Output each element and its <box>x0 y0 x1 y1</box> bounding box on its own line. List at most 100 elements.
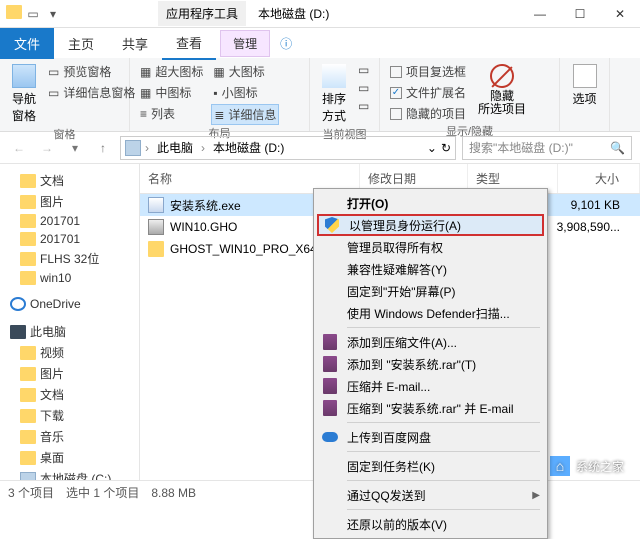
blank-icon <box>321 260 339 278</box>
rar-icon <box>321 377 339 395</box>
tab-home[interactable]: 主页 <box>54 28 108 59</box>
shield-icon <box>323 216 341 234</box>
tab-view[interactable]: 查看 <box>162 27 216 60</box>
recent-locations-button[interactable]: ▾ <box>64 137 86 159</box>
context-menu-item[interactable]: 压缩到 "安装系统.rar" 并 E-mail <box>317 397 544 419</box>
pc-icon <box>10 325 26 339</box>
folder-icon <box>20 409 36 423</box>
maximize-button[interactable]: ☐ <box>560 0 600 28</box>
layout-large[interactable]: ▦ 大图标 <box>211 62 279 81</box>
folder-icon <box>20 252 36 266</box>
tab-share[interactable]: 共享 <box>108 28 162 59</box>
tree-item[interactable]: 201701 <box>4 212 135 230</box>
qat-properties-icon[interactable]: ▭ <box>24 5 42 23</box>
context-menu-item[interactable]: 打开(O) <box>317 192 544 214</box>
watermark-icon: ⌂ <box>548 454 572 478</box>
breadcrumb-this-pc[interactable]: 此电脑 <box>153 139 197 156</box>
context-menu-item[interactable]: 兼容性疑难解答(Y) <box>317 258 544 280</box>
context-menu-item[interactable]: 通过QQ发送到▶ <box>317 484 544 506</box>
context-menu-item[interactable]: 管理员取得所有权 <box>317 236 544 258</box>
column-size[interactable]: 大小 <box>558 164 640 193</box>
rar-icon <box>323 334 337 350</box>
exe-icon <box>148 197 164 213</box>
tree-item[interactable]: 文档 <box>4 384 135 405</box>
context-menu-item[interactable]: 添加到压缩文件(A)... <box>317 331 544 353</box>
minimize-button[interactable]: — <box>520 0 560 28</box>
hidden-items-toggle[interactable]: 隐藏的项目 <box>388 104 468 123</box>
watermark: ⌂ 系统之家 <box>548 454 624 478</box>
file-extensions-toggle[interactable]: ✓文件扩展名 <box>388 83 468 102</box>
tree-item[interactable]: 图片 <box>4 363 135 384</box>
blank-icon <box>321 194 339 212</box>
context-menu: 打开(O)以管理员身份运行(A)管理员取得所有权兼容性疑难解答(Y)固定到"开始… <box>313 188 548 539</box>
context-menu-item[interactable]: 添加到 "安装系统.rar"(T) <box>317 353 544 375</box>
layout-extra-large[interactable]: ▦ 超大图标 <box>138 62 205 81</box>
tree-item[interactable]: 文档 <box>4 170 135 191</box>
preview-pane-button[interactable]: ▭预览窗格 <box>46 62 137 81</box>
context-menu-item[interactable]: 固定到"开始"屏幕(P) <box>317 280 544 302</box>
window-title: 本地磁盘 (D:) <box>250 1 337 26</box>
address-dropdown-icon[interactable]: ⌄ <box>427 141 437 155</box>
layout-list[interactable]: ≡ 列表 <box>138 104 205 123</box>
tree-item[interactable]: 本地磁盘 (C:) <box>4 468 135 480</box>
hide-selected-button[interactable]: 隐藏 所选项目 <box>474 62 530 118</box>
tree-item[interactable]: 201701 <box>4 230 135 248</box>
cloud-icon <box>321 428 339 446</box>
sort-icon <box>322 64 346 88</box>
item-checkboxes-toggle[interactable]: 项目复选框 <box>388 62 468 81</box>
folder-icon <box>20 271 36 285</box>
tree-item[interactable]: 桌面 <box>4 447 135 468</box>
navigation-pane-label: 导航窗格 <box>12 90 36 124</box>
tree-item[interactable]: 图片 <box>4 191 135 212</box>
blank-icon <box>321 457 339 475</box>
folder-icon <box>20 195 36 209</box>
close-button[interactable]: ✕ <box>600 0 640 28</box>
context-menu-item[interactable]: 固定到任务栏(K) <box>317 455 544 477</box>
address-input[interactable]: › 此电脑 › 本地磁盘 (D:) ⌄ ↻ <box>120 136 456 160</box>
context-menu-item[interactable]: 使用 Windows Defender扫描... <box>317 302 544 324</box>
tree-item[interactable]: win10 <box>4 269 135 287</box>
blank-icon <box>321 304 339 322</box>
sort-button[interactable]: 排序方式 <box>318 62 350 126</box>
context-menu-item[interactable]: 上传到百度网盘 <box>317 426 544 448</box>
breadcrumb-drive[interactable]: 本地磁盘 (D:) <box>209 139 288 156</box>
tree-item[interactable]: 音乐 <box>4 426 135 447</box>
tab-manage[interactable]: 管理 <box>220 30 270 57</box>
search-input[interactable]: 搜索"本地磁盘 (D:)" 🔍 <box>462 136 632 160</box>
add-columns-button[interactable]: ▭ <box>356 80 371 96</box>
context-menu-item[interactable]: 还原以前的版本(V) <box>317 513 544 535</box>
navigation-pane-button[interactable]: 导航窗格 <box>8 62 40 126</box>
layout-small[interactable]: ▪ 小图标 <box>211 83 279 102</box>
status-selected-count: 选中 1 个项目 <box>66 484 139 501</box>
options-button[interactable]: 选项 <box>568 62 601 109</box>
layout-medium[interactable]: ▦ 中图标 <box>138 83 205 102</box>
tree-item[interactable]: 此电脑 <box>4 321 135 342</box>
tree-item[interactable]: 下载 <box>4 405 135 426</box>
navigation-tree[interactable]: 文档图片201701201701FLHS 32位win10OneDrive此电脑… <box>0 164 140 480</box>
context-menu-item[interactable]: 压缩并 E-mail... <box>317 375 544 397</box>
qat-new-folder-icon[interactable]: ▾ <box>44 5 62 23</box>
back-button[interactable]: ← <box>8 137 30 159</box>
tree-item[interactable]: OneDrive <box>4 295 135 313</box>
size-columns-button[interactable]: ▭ <box>356 98 371 114</box>
context-menu-item[interactable]: 以管理员身份运行(A) <box>317 214 544 236</box>
folder-icon <box>20 346 36 360</box>
options-icon <box>573 64 597 88</box>
refresh-button[interactable]: ↻ <box>441 141 451 155</box>
contextual-tab-label: 应用程序工具 <box>158 1 246 26</box>
tree-item[interactable]: 视频 <box>4 342 135 363</box>
folder-icon <box>20 430 36 444</box>
group-by-button[interactable]: ▭ <box>356 62 371 78</box>
forward-button[interactable]: → <box>36 137 58 159</box>
address-bar: ← → ▾ ↑ › 此电脑 › 本地磁盘 (D:) ⌄ ↻ 搜索"本地磁盘 (D… <box>0 132 640 164</box>
file-tab[interactable]: 文件 <box>0 28 54 59</box>
ribbon: 导航窗格 ▭预览窗格 ▭详细信息窗格 窗格 ▦ 超大图标 ▦ 中图标 ≡ 列表 … <box>0 58 640 132</box>
status-size: 8.88 MB <box>151 486 196 500</box>
drive-icon <box>20 472 36 481</box>
ribbon-help-icon[interactable]: ⓘ <box>270 35 302 52</box>
layout-details[interactable]: ≣ 详细信息 <box>211 104 279 125</box>
details-pane-button[interactable]: ▭详细信息窗格 <box>46 83 137 102</box>
tree-item[interactable]: FLHS 32位 <box>4 248 135 269</box>
up-button[interactable]: ↑ <box>92 137 114 159</box>
rar-icon <box>323 356 337 372</box>
